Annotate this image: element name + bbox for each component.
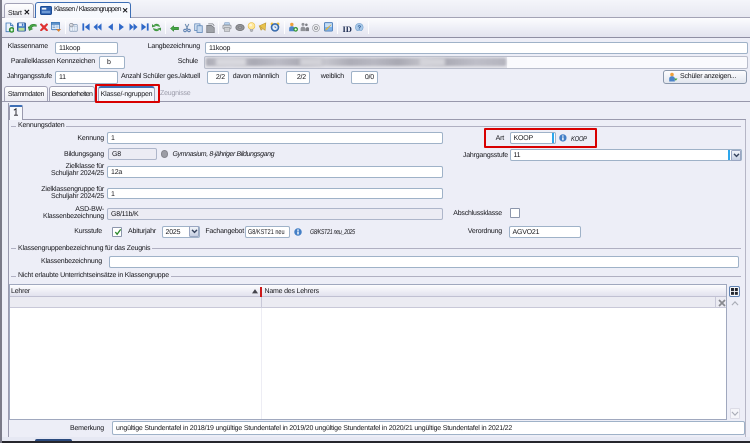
svg-text:?: ? (358, 25, 361, 31)
